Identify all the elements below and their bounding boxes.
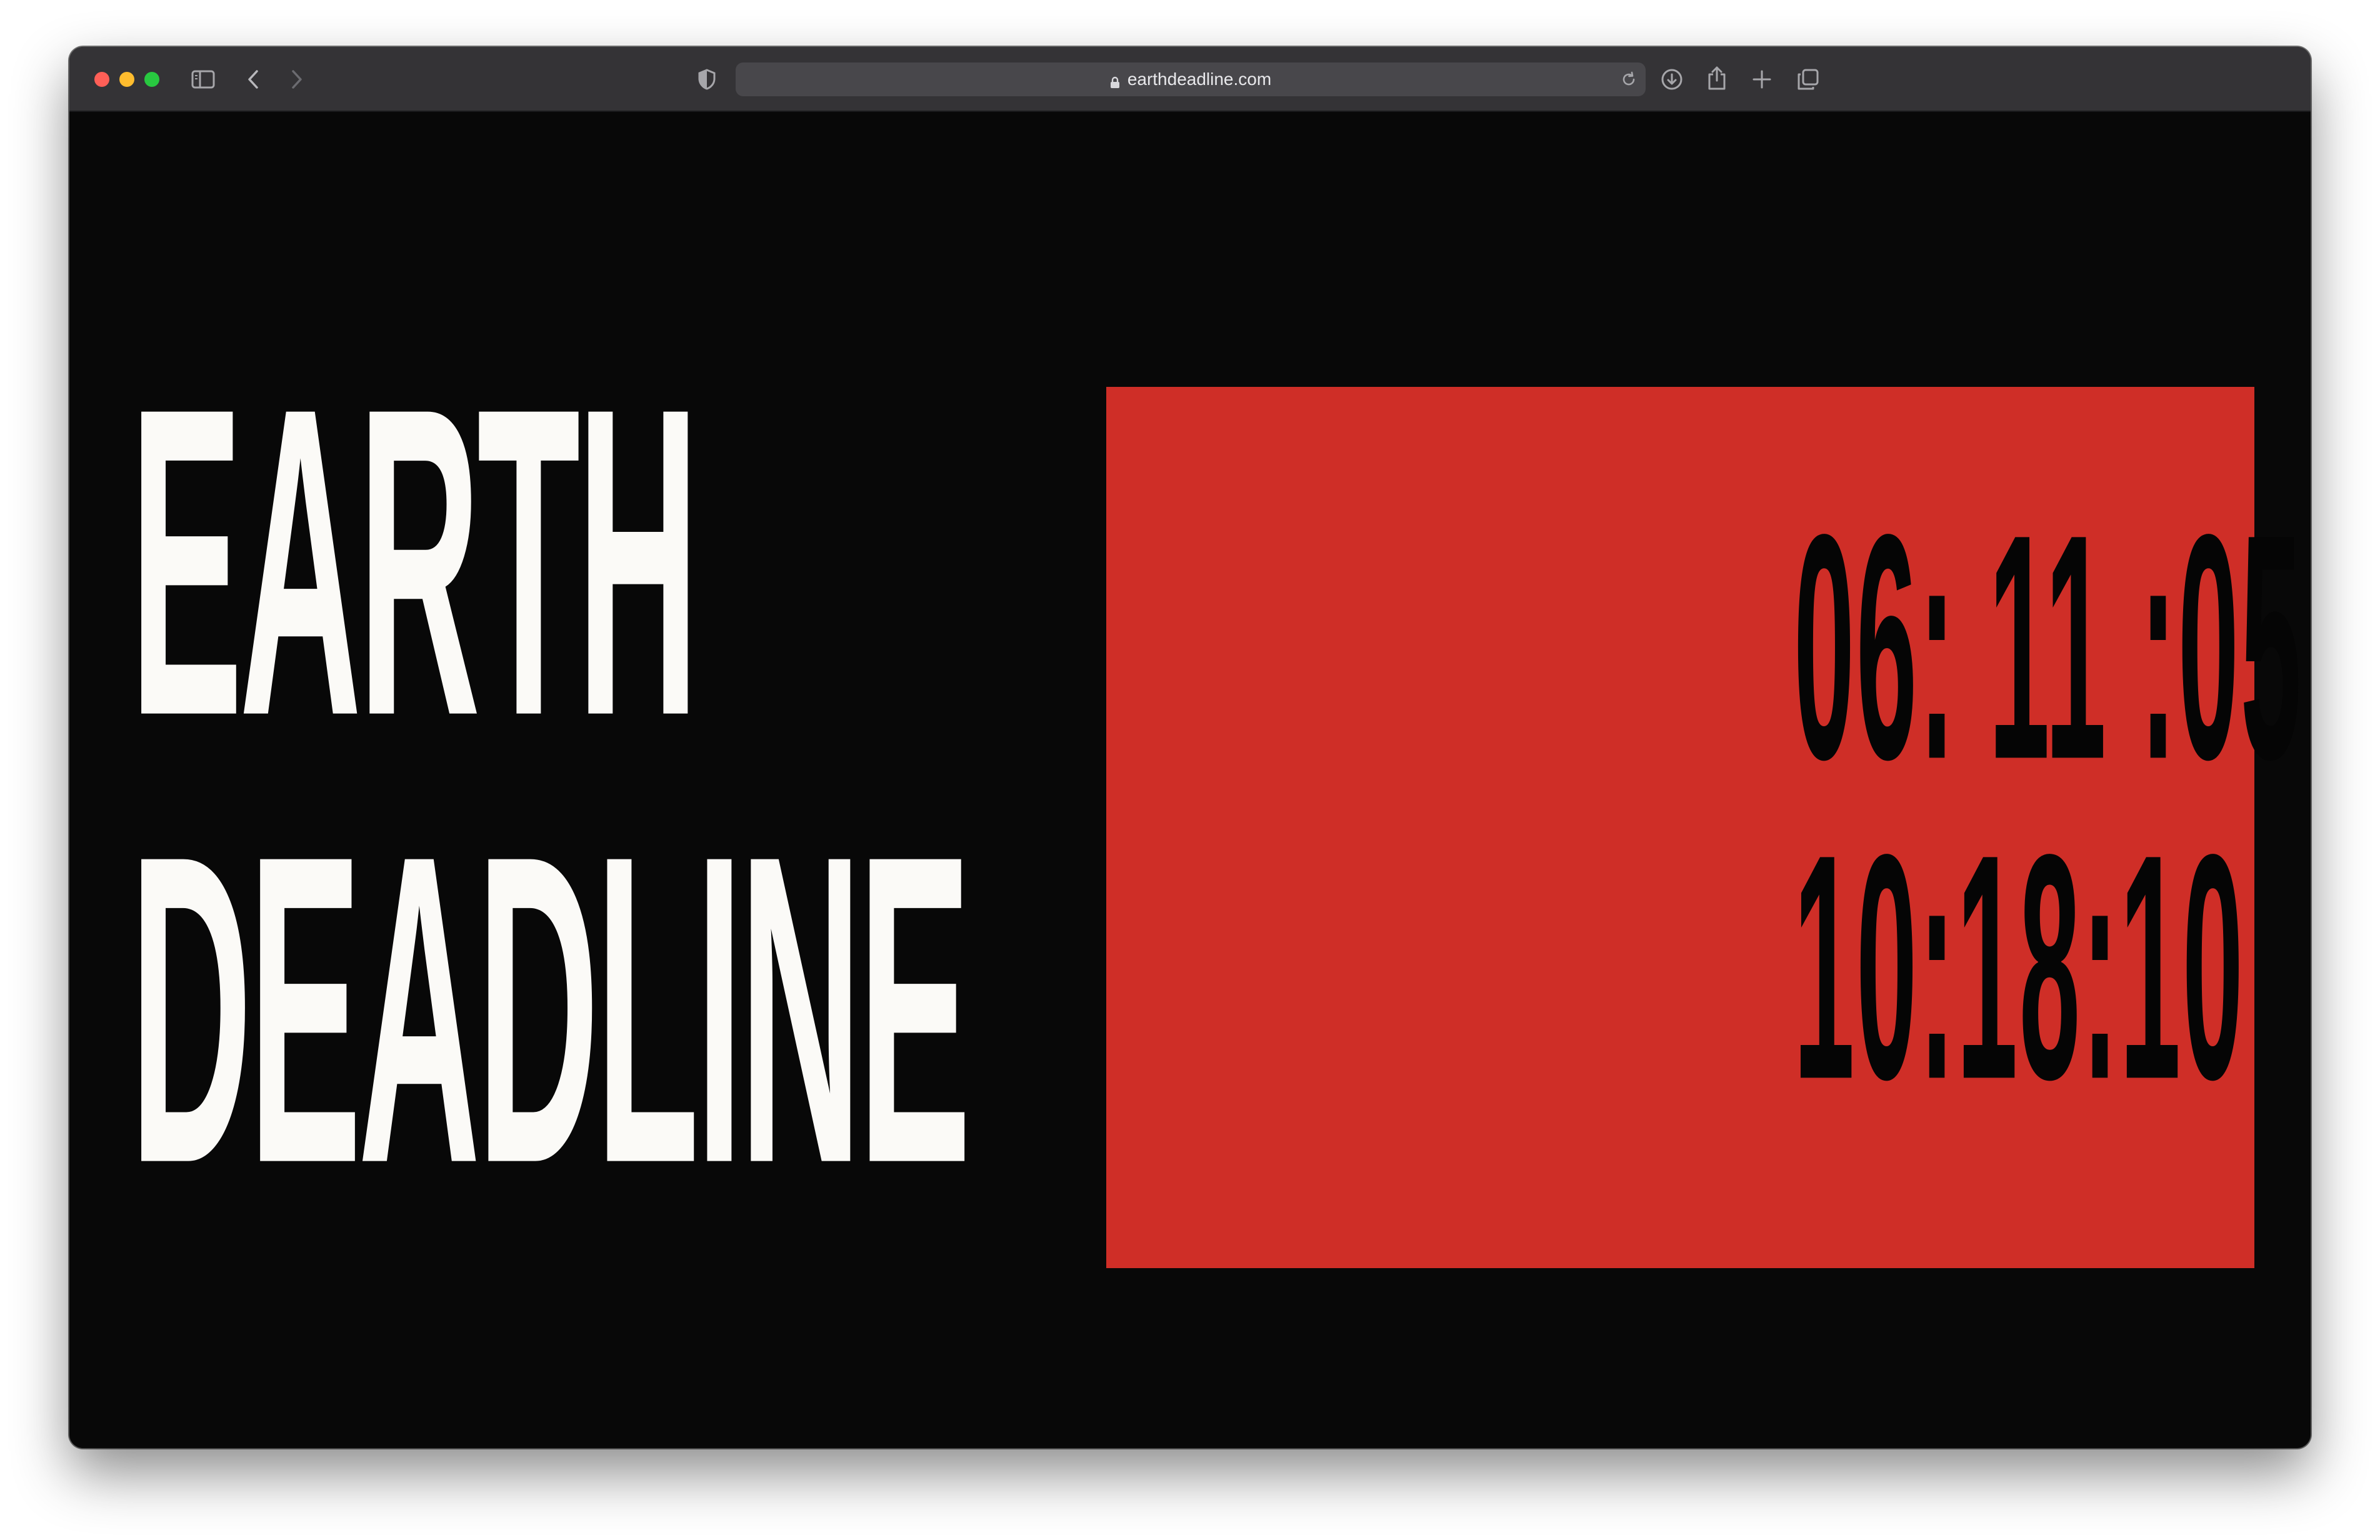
lock-icon xyxy=(1110,73,1120,88)
page-title-deadline: DEADLINE xyxy=(130,764,971,1255)
close-window-button[interactable] xyxy=(94,72,109,87)
page-title-earth: EARTH xyxy=(130,317,699,808)
countdown-line-2: 10:18:10 xyxy=(1794,787,2245,1146)
sidebar-icon[interactable] xyxy=(191,67,216,92)
share-icon[interactable] xyxy=(1704,64,1729,92)
countdown-panel: 06: 11 :05 10:18:10 xyxy=(1106,387,2301,1268)
minimize-window-button[interactable] xyxy=(119,72,134,87)
reload-icon[interactable] xyxy=(1619,70,1638,89)
page-viewport: EARTH DEADLINE 06: 11 :05 10:18:10 xyxy=(69,112,2311,1448)
browser-toolbar: earthdeadline.com xyxy=(69,47,2311,112)
address-bar[interactable]: earthdeadline.com xyxy=(736,62,1646,96)
browser-window: earthdeadline.com EARTH DEADLINE 06: 11 … xyxy=(69,47,2311,1448)
url-text: earthdeadline.com xyxy=(1127,69,1272,89)
zoom-window-button[interactable] xyxy=(144,72,159,87)
chevron-right-icon[interactable] xyxy=(286,68,308,91)
chevron-left-icon[interactable] xyxy=(242,68,264,91)
shield-icon[interactable] xyxy=(696,68,718,91)
tabs-overview-icon[interactable] xyxy=(1796,67,1821,92)
plus-icon[interactable] xyxy=(1749,67,1774,92)
countdown-line-1: 06: 11 :05 xyxy=(1794,467,2303,826)
download-icon[interactable] xyxy=(1659,67,1684,92)
